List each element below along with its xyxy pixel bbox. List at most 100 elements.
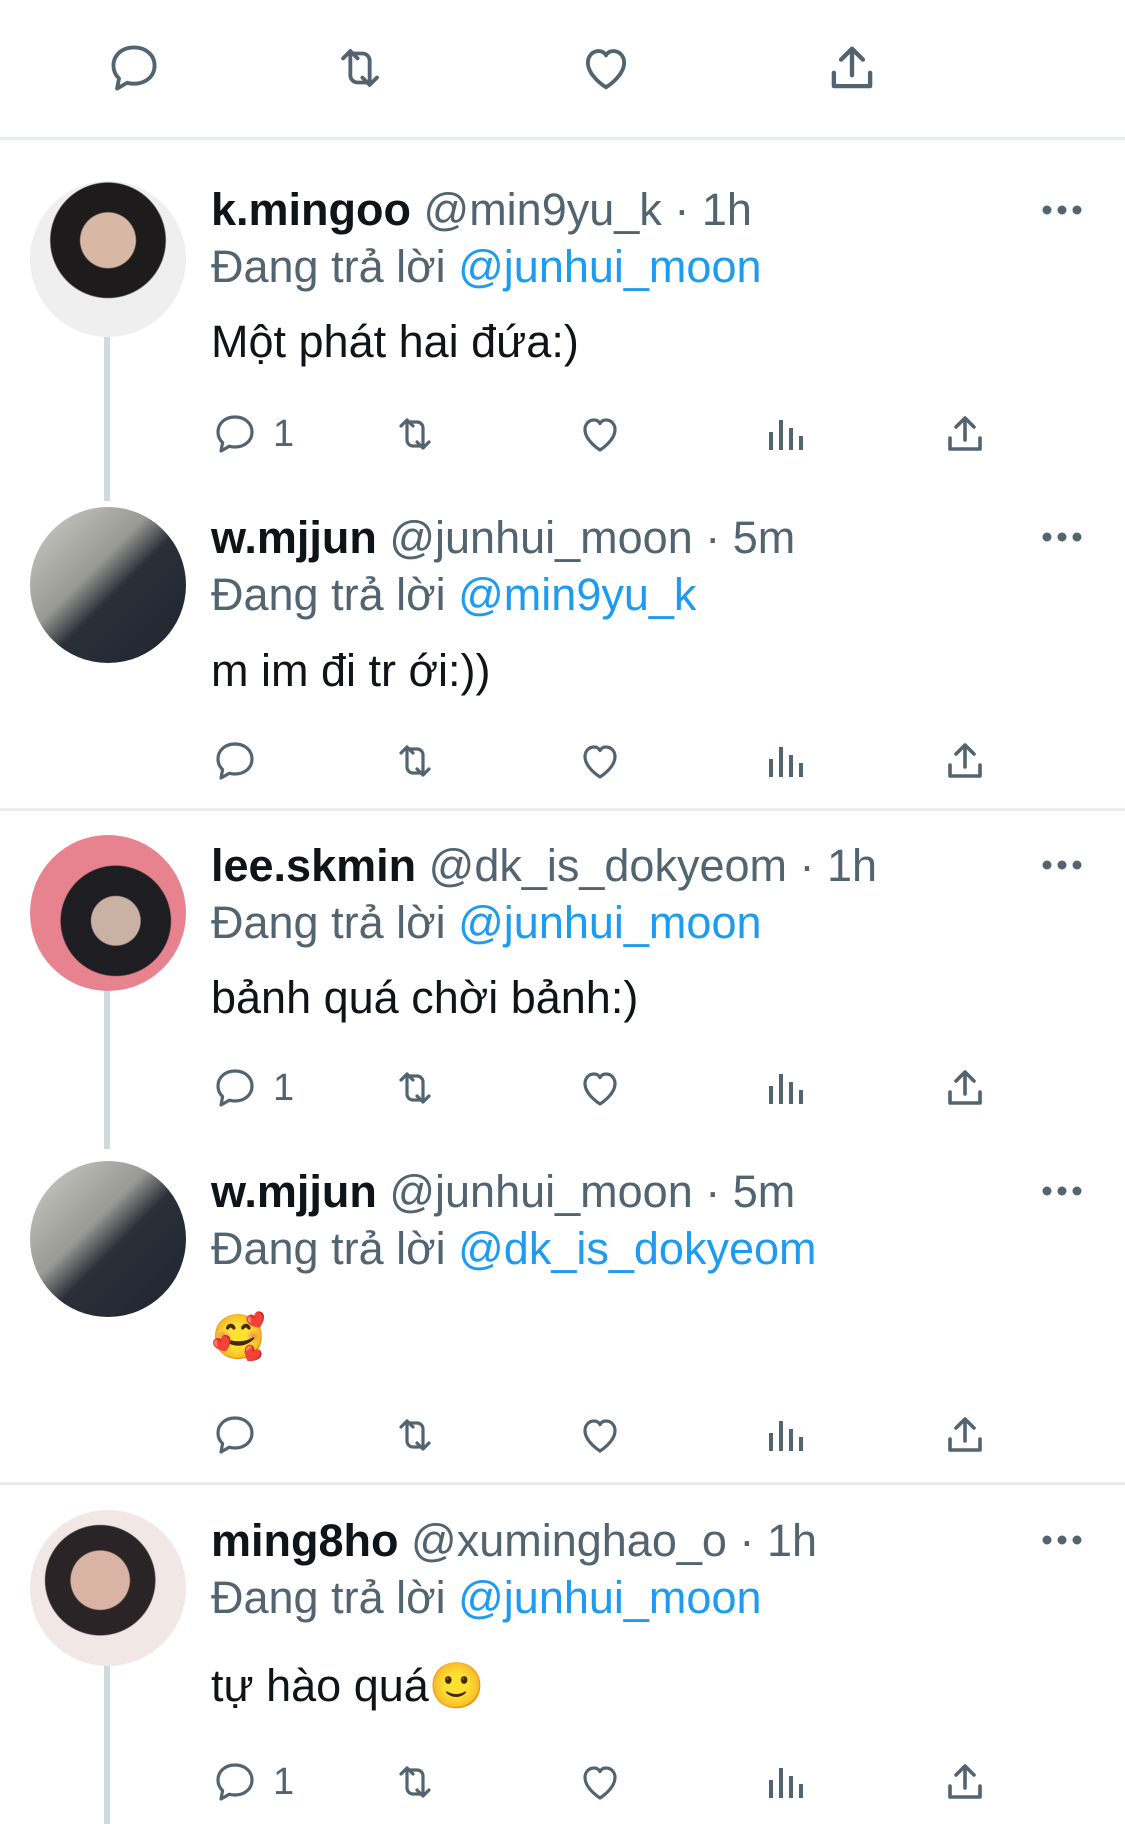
reply-count: 1 <box>273 412 295 455</box>
separator-dot: · <box>674 184 690 235</box>
like-button[interactable] <box>576 1058 624 1118</box>
share-button[interactable] <box>941 1058 989 1118</box>
share-icon <box>831 46 873 89</box>
replying-to-label: Đang trả lời <box>211 1572 446 1623</box>
like-button[interactable] <box>574 36 638 100</box>
heart-icon <box>583 745 617 779</box>
separator-dot: · <box>799 840 815 891</box>
thread-divider <box>0 808 1125 811</box>
analytics-icon <box>769 747 803 777</box>
replying-to-label: Đang trả lời <box>211 569 446 620</box>
separator-dot: · <box>739 1515 755 1566</box>
retweet-icon <box>399 1072 431 1104</box>
timestamp[interactable]: 5m <box>733 1166 796 1217</box>
analytics-button[interactable] <box>761 1058 809 1118</box>
like-button[interactable] <box>576 404 624 464</box>
reply-icon <box>216 1763 254 1801</box>
user-handle[interactable]: @xuminghao_o <box>411 1515 727 1566</box>
tweet-actions: 1 <box>211 1752 1011 1812</box>
timestamp[interactable]: 1h <box>767 1515 817 1566</box>
avatar[interactable] <box>30 507 186 663</box>
display-name[interactable]: lee.skmin <box>211 840 416 891</box>
more-options-icon[interactable] <box>1040 200 1084 220</box>
more-options-icon[interactable] <box>1040 1181 1084 1201</box>
reply-button[interactable]: 1 <box>211 1058 294 1118</box>
reply-button[interactable]: 1 <box>211 404 294 464</box>
analytics-button[interactable] <box>761 1752 809 1812</box>
thread-divider <box>0 1482 1125 1485</box>
like-button[interactable] <box>576 731 624 791</box>
user-handle[interactable]: @junhui_moon <box>389 512 692 563</box>
tweet-text: bảnh quá chời bảnh:) <box>211 972 639 1023</box>
share-button[interactable] <box>820 36 884 100</box>
retweet-icon <box>341 49 379 87</box>
share-icon <box>948 743 982 778</box>
reply-button[interactable] <box>211 1405 273 1465</box>
like-button[interactable] <box>576 1405 624 1465</box>
retweet-button[interactable] <box>391 404 439 464</box>
avatar[interactable] <box>30 181 186 337</box>
more-options-icon[interactable] <box>1040 855 1084 875</box>
heart-icon <box>583 1419 617 1453</box>
more-options-icon[interactable] <box>1040 1530 1084 1550</box>
share-icon <box>948 1764 982 1799</box>
share-icon <box>948 416 982 451</box>
share-button[interactable] <box>941 1752 989 1812</box>
like-button[interactable] <box>576 1752 624 1812</box>
avatar[interactable] <box>30 1510 186 1666</box>
tweet-actions <box>211 1405 1011 1465</box>
reply-icon <box>216 415 254 453</box>
replying-to-label: Đang trả lời <box>211 897 446 948</box>
analytics-button[interactable] <box>761 404 809 464</box>
retweet-icon <box>399 418 431 450</box>
avatar[interactable] <box>30 835 186 991</box>
reply-icon <box>216 1416 254 1454</box>
analytics-button[interactable] <box>761 731 809 791</box>
user-handle[interactable]: @dk_is_dokyeom <box>429 840 787 891</box>
share-button[interactable] <box>941 404 989 464</box>
user-handle[interactable]: @min9yu_k <box>424 184 662 235</box>
display-name[interactable]: ming8ho <box>211 1515 399 1566</box>
display-name[interactable]: w.mjjun <box>211 512 377 563</box>
reply-mention-link[interactable]: @junhui_moon <box>458 1572 761 1623</box>
display-name[interactable]: w.mjjun <box>211 1166 377 1217</box>
more-options-icon[interactable] <box>1040 527 1084 547</box>
reply-button[interactable]: 1 <box>211 1752 294 1812</box>
user-handle[interactable]: @junhui_moon <box>389 1166 692 1217</box>
heart-icon <box>583 1766 617 1800</box>
display-name[interactable]: k.mingoo <box>211 184 411 235</box>
reply-mention-link[interactable]: @junhui_moon <box>458 897 761 948</box>
share-button[interactable] <box>941 1405 989 1465</box>
thread-connector <box>104 985 110 1149</box>
timestamp[interactable]: 5m <box>733 512 796 563</box>
retweet-button[interactable] <box>391 1058 439 1118</box>
heart-icon <box>585 49 627 90</box>
share-button[interactable] <box>941 731 989 791</box>
analytics-icon <box>769 1421 803 1451</box>
reply-mention-link[interactable]: @min9yu_k <box>458 569 696 620</box>
timestamp[interactable]: 1h <box>827 840 877 891</box>
reply-icon <box>216 1069 254 1107</box>
reply-button[interactable] <box>211 731 273 791</box>
retweet-button[interactable] <box>391 731 439 791</box>
separator-dot: · <box>705 1166 721 1217</box>
reply-button[interactable] <box>102 36 166 100</box>
retweet-button[interactable] <box>328 36 392 100</box>
retweet-button[interactable] <box>391 1752 439 1812</box>
parent-tweet-actions <box>0 0 1125 140</box>
timestamp[interactable]: 1h <box>702 184 752 235</box>
reply-mention-link[interactable]: @dk_is_dokyeom <box>458 1223 816 1274</box>
heart-icon <box>583 418 617 452</box>
tweet-text: 🥰 <box>211 1313 266 1362</box>
retweet-icon <box>399 1766 431 1798</box>
analytics-icon <box>769 1074 803 1104</box>
retweet-button[interactable] <box>391 1405 439 1465</box>
analytics-button[interactable] <box>761 1405 809 1465</box>
avatar[interactable] <box>30 1161 186 1317</box>
tweet-actions: 1 <box>211 1058 1011 1118</box>
share-icon <box>948 1417 982 1452</box>
thread-connector <box>104 337 110 501</box>
tweet-text: m im đi tr ới:)) <box>211 645 491 696</box>
reply-mention-link[interactable]: @junhui_moon <box>458 241 761 292</box>
tweet-text: tự hào quá🙂 <box>211 1660 485 1711</box>
